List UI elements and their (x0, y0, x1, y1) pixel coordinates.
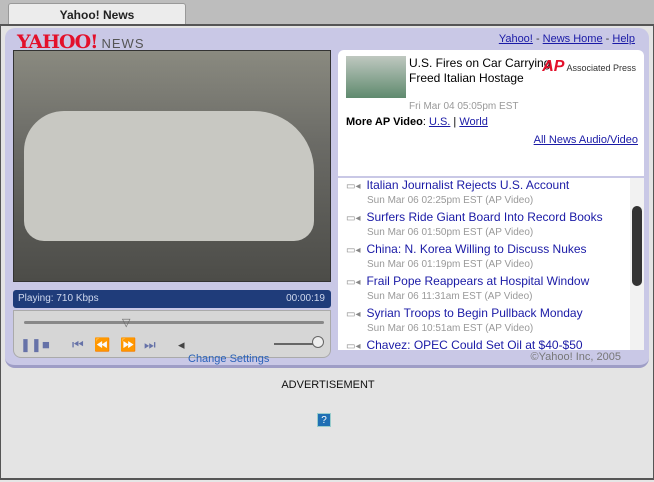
fast-forward-icon[interactable]: ⏩ (120, 337, 136, 353)
list-item[interactable]: ▭◂ China: N. Korea Willing to Discuss Nuk… (338, 242, 644, 274)
tab-bar: Yahoo! News (0, 0, 654, 26)
seek-thumb[interactable]: ▽ (122, 316, 130, 329)
pause-icon[interactable]: ❚❚ (20, 337, 42, 353)
item-title[interactable]: Syrian Troops to Begin Pullback Monday (366, 306, 582, 320)
scrollbar[interactable] (630, 178, 644, 350)
link-news-home[interactable]: News Home (543, 33, 603, 45)
video-list: ▭◂ Italian Journalist Rejects U.S. Accoun… (338, 178, 644, 350)
player-status-bar: Playing: 710 Kbps 00:00:19 (13, 290, 331, 308)
item-title[interactable]: Italian Journalist Rejects U.S. Account (366, 178, 569, 192)
item-title[interactable]: Chavez: OPEC Could Set Oil at $40-$50 (366, 338, 582, 350)
top-links: Yahoo! - News Home - Help (499, 33, 635, 45)
video-camera-icon: ▭◂ (346, 213, 361, 224)
sep: - (605, 33, 610, 45)
volume-icon[interactable]: ◂ (178, 337, 185, 353)
more-label: More AP Video (346, 116, 423, 128)
list-item[interactable]: ▭◂ Frail Pope Reappears at Hospital Windo… (338, 274, 644, 306)
item-date: Sun Mar 06 01:19pm EST (AP Video) (367, 259, 534, 270)
player-controls: ▽ ❚❚ ■ ⏮ ⏪ ⏩ ⏭ ◂ (13, 310, 331, 358)
logo-section: NEWS (101, 36, 145, 51)
previous-icon[interactable]: ⏮ (72, 337, 84, 353)
elapsed-time: 00:00:19 (286, 293, 325, 304)
video-camera-icon: ▭◂ (346, 245, 361, 256)
video-camera-icon: ▭◂ (346, 309, 361, 320)
link-help[interactable]: Help (612, 33, 635, 45)
link-yahoo[interactable]: Yahoo! (499, 33, 533, 45)
list-item[interactable]: ▭◂ Chavez: OPEC Could Set Oil at $40-$50 (338, 338, 644, 350)
video-frame-car (24, 111, 314, 241)
featured-story: U.S. Fires on Car Carrying Freed Italian… (338, 50, 644, 176)
seek-bar[interactable] (24, 321, 324, 324)
link-world[interactable]: World (459, 116, 488, 128)
item-title[interactable]: China: N. Korea Willing to Discuss Nukes (366, 242, 586, 256)
ap-name: Associated Press (566, 63, 636, 73)
item-title[interactable]: Frail Pope Reappears at Hospital Window (366, 274, 589, 288)
change-settings-link[interactable]: Change Settings (188, 353, 269, 365)
story-title[interactable]: U.S. Fires on Car Carrying Freed Italian… (409, 56, 559, 86)
player-frame: YAHOO! NEWS Yahoo! - News Home - Help Pla… (5, 28, 649, 368)
copyright: ©Yahoo! Inc, 2005 (530, 351, 621, 363)
sep: - (535, 33, 540, 45)
video-display[interactable] (13, 50, 331, 282)
rewind-icon[interactable]: ⏪ (94, 337, 110, 353)
item-title[interactable]: Surfers Ride Giant Board Into Record Boo… (366, 210, 602, 224)
list-item[interactable]: ▭◂ Italian Journalist Rejects U.S. Accoun… (338, 178, 644, 210)
ap-logo: AP Associated Press (542, 58, 636, 76)
next-icon[interactable]: ⏭ (144, 337, 156, 353)
item-date: Sun Mar 06 10:51am EST (AP Video) (367, 323, 534, 334)
tab-yahoo-news[interactable]: Yahoo! News (8, 3, 186, 24)
ad-placeholder-icon[interactable]: ? (317, 413, 331, 427)
volume-knob[interactable] (312, 336, 324, 348)
status-text: Playing: 710 Kbps (18, 293, 99, 304)
video-camera-icon: ▭◂ (346, 181, 361, 192)
video-camera-icon: ▭◂ (346, 341, 361, 350)
item-date: Sun Mar 06 11:31am EST (AP Video) (367, 291, 533, 302)
scroll-thumb[interactable] (632, 206, 642, 286)
list-item[interactable]: ▭◂ Surfers Ride Giant Board Into Record B… (338, 210, 644, 242)
video-camera-icon: ▭◂ (346, 277, 361, 288)
page-content: YAHOO! NEWS Yahoo! - News Home - Help Pla… (0, 26, 654, 480)
story-thumbnail[interactable] (346, 56, 406, 98)
story-date: Fri Mar 04 05:05pm EST (409, 101, 519, 112)
advertisement-label: ADVERTISEMENT (281, 379, 375, 391)
stop-icon[interactable]: ■ (42, 337, 50, 352)
all-news-link[interactable]: All News Audio/Video (534, 134, 638, 146)
more-ap-video: More AP Video: U.S. | World (346, 116, 488, 128)
item-date: Sun Mar 06 02:25pm EST (AP Video) (367, 195, 534, 206)
list-item[interactable]: ▭◂ Syrian Troops to Begin Pullback Monday… (338, 306, 644, 338)
item-date: Sun Mar 06 01:50pm EST (AP Video) (367, 227, 534, 238)
ap-mark: AP (542, 58, 565, 75)
link-us[interactable]: U.S. (429, 116, 450, 128)
